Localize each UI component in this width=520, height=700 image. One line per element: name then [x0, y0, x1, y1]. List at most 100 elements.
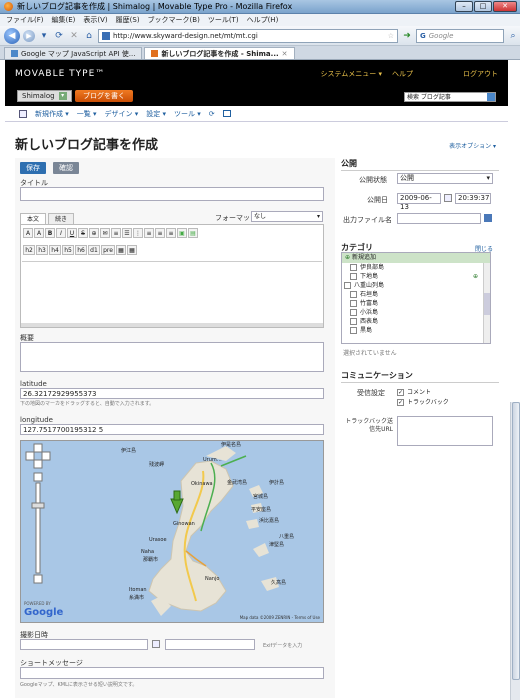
menu-file[interactable]: ファイル(F)	[6, 15, 44, 25]
category-checkbox[interactable]	[350, 309, 357, 316]
menu-help[interactable]: ヘルプ(H)	[247, 15, 279, 25]
system-menu-link[interactable]: システムメニュー ▾	[320, 69, 382, 79]
menu-bookmarks[interactable]: ブックマーク(B)	[148, 15, 200, 25]
url-bar[interactable]: http://www.skyward-design.net/mt/mt.cgi …	[98, 28, 398, 43]
link-icon[interactable]: ⊕	[89, 228, 99, 238]
category-item[interactable]: 伊良部島	[342, 263, 490, 272]
h5-button[interactable]: h5	[62, 245, 74, 255]
dropdown-arrow-icon[interactable]: ▾	[38, 30, 50, 42]
search-icon[interactable]: ⌕	[507, 30, 519, 42]
category-checkbox[interactable]	[344, 282, 351, 289]
category-checkbox[interactable]	[350, 273, 357, 280]
title-input[interactable]	[20, 187, 324, 201]
strikethrough-icon[interactable]: S	[78, 228, 88, 238]
category-item[interactable]: 小浜島	[342, 308, 490, 317]
add-subcategory-icon[interactable]: ⊕	[473, 272, 478, 281]
short-message-input[interactable]	[20, 667, 324, 679]
view-site-icon[interactable]	[222, 110, 231, 117]
back-button[interactable]: ◀	[4, 27, 20, 44]
category-checkbox[interactable]	[350, 291, 357, 298]
category-item[interactable]: 石垣島	[342, 290, 490, 299]
trackbacks-checkbox[interactable]: ✓	[397, 399, 404, 406]
publish-time-input[interactable]: 20:39:37	[455, 193, 491, 204]
category-scrollbar[interactable]	[483, 263, 490, 343]
align-center-icon[interactable]: ≡	[155, 228, 165, 238]
excerpt-textarea[interactable]	[20, 342, 324, 372]
comments-option[interactable]: ✓ コメント	[397, 387, 431, 396]
save-button[interactable]: 保存	[20, 162, 46, 174]
comments-checkbox[interactable]: ✓	[397, 389, 404, 396]
latitude-input[interactable]: 26.32172929955373	[20, 388, 324, 399]
menu-edit[interactable]: 編集(E)	[52, 15, 76, 25]
table-icon[interactable]: ▦	[116, 245, 126, 255]
tab-body[interactable]: 本文	[20, 213, 47, 224]
calendar-icon[interactable]	[444, 194, 452, 202]
page-scrollbar[interactable]	[510, 402, 520, 700]
font-size-up-icon[interactable]: A	[23, 228, 33, 238]
underline-icon[interactable]: U	[67, 228, 77, 238]
help-link[interactable]: ヘルプ	[392, 69, 413, 79]
menu-tools[interactable]: ツール(T)	[208, 15, 239, 25]
forward-button[interactable]: ▶	[23, 29, 35, 42]
google-map[interactable]: 伊是名島 伊江島 残波岬 Urum… Okinawa 金武湾島 伊計島 宮城島 …	[20, 440, 324, 623]
category-item[interactable]: 八重山列島	[342, 281, 490, 290]
exif-hint-link[interactable]: Exifデータを入力	[263, 642, 302, 649]
home-icon[interactable]: ⌂	[83, 30, 95, 42]
numbered-list-icon[interactable]: ⋮	[133, 228, 143, 238]
reload-icon[interactable]: ⟳	[53, 30, 65, 42]
nav-tools[interactable]: ツール ▾	[174, 109, 201, 119]
tab-close-icon[interactable]: ✕	[282, 48, 288, 60]
maximize-button[interactable]: □	[474, 1, 492, 12]
image-grid-icon[interactable]: ▦	[127, 245, 137, 255]
calendar-icon[interactable]	[152, 640, 160, 648]
dashboard-icon[interactable]	[19, 109, 27, 118]
longitude-input[interactable]: 127.7517700195312 5	[20, 424, 324, 435]
trackback-url-textarea[interactable]	[397, 416, 493, 446]
pre-button[interactable]: pre	[101, 245, 115, 255]
mt-search-go-icon[interactable]	[487, 93, 495, 101]
google-logo[interactable]: Google	[24, 607, 63, 618]
category-checkbox[interactable]	[350, 318, 357, 325]
search-box[interactable]: G Google	[416, 28, 504, 43]
tab-new-entry[interactable]: 新しいブログ記事を作成 - Shima... ✕	[144, 47, 295, 60]
minimize-button[interactable]: –	[455, 1, 473, 12]
photo-time-input[interactable]	[165, 639, 255, 650]
lock-icon[interactable]	[484, 214, 492, 222]
indent-icon[interactable]: ≡	[111, 228, 121, 238]
h6-button[interactable]: h6	[75, 245, 87, 255]
insert-image-icon[interactable]: ▣	[177, 228, 187, 238]
d1-button[interactable]: d1	[88, 245, 100, 255]
bulleted-list-icon[interactable]: ☰	[122, 228, 132, 238]
bold-icon[interactable]: B	[45, 228, 55, 238]
mt-search-box[interactable]: 検索 ブログ記事	[404, 92, 496, 102]
preview-button[interactable]: 確認	[53, 162, 79, 174]
write-blog-button[interactable]: ブログを書く	[75, 90, 133, 102]
h2-button[interactable]: h2	[23, 245, 35, 255]
photo-date-input[interactable]	[20, 639, 148, 650]
category-item[interactable]: 西表島	[342, 317, 490, 326]
tab-more[interactable]: 続き	[48, 213, 75, 224]
nav-settings[interactable]: 設定 ▾	[146, 109, 166, 119]
blog-selector[interactable]: Shimalog ▾	[17, 90, 72, 102]
page-scrollbar-thumb[interactable]	[512, 402, 520, 680]
map-canvas[interactable]	[21, 441, 324, 623]
publish-date-input[interactable]: 2009-06-13	[397, 193, 441, 211]
format-select[interactable]: なし ▾	[251, 211, 323, 222]
movable-type-logo[interactable]: MOVABLE TYPE™	[15, 69, 105, 79]
category-item[interactable]: 黒島	[342, 326, 490, 335]
italic-icon[interactable]: I	[56, 228, 66, 238]
category-checkbox[interactable]	[350, 327, 357, 334]
go-arrow-icon[interactable]: ➜	[401, 30, 413, 42]
stop-icon[interactable]: ✕	[68, 30, 80, 42]
tab-google-maps[interactable]: Google マップ JavaScript API 使...	[4, 47, 143, 59]
editor-resize-handle[interactable]	[21, 323, 323, 327]
refresh-icon[interactable]: ⟳	[209, 110, 215, 118]
filename-input[interactable]	[397, 213, 481, 224]
align-left-icon[interactable]: ≡	[144, 228, 154, 238]
email-link-icon[interactable]: ✉	[100, 228, 110, 238]
status-select[interactable]: 公開 ▾	[397, 173, 493, 184]
insert-file-icon[interactable]: ▤	[188, 228, 198, 238]
nav-design[interactable]: デザイン ▾	[105, 109, 139, 119]
category-item[interactable]: 竹富島	[342, 299, 490, 308]
logout-link[interactable]: ログアウト	[463, 69, 498, 79]
